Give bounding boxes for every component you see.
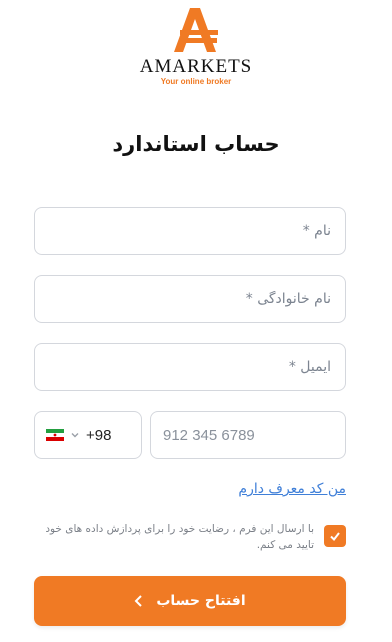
consent-row: با ارسال این فرم ، رضایت خود را برای پرد… [30, 521, 346, 553]
brand-logo: AMARKETS Your online broker [0, 6, 392, 87]
open-account-label: افتتاح حساب [156, 593, 246, 609]
email-field[interactable] [34, 343, 346, 391]
last-name-input[interactable] [49, 291, 331, 307]
phone-field[interactable] [150, 411, 346, 459]
brand-name: AMARKETS [139, 56, 253, 77]
country-code: +98 [86, 426, 112, 444]
amarkets-logo-icon [174, 8, 218, 52]
phone-input[interactable] [163, 426, 333, 444]
referral-code-link[interactable]: من کد معرف دارم [238, 481, 346, 497]
consent-text: با ارسال این فرم ، رضایت خود را برای پرد… [45, 523, 314, 551]
open-account-button[interactable]: افتتاح حساب [34, 576, 346, 626]
first-name-input[interactable] [49, 223, 331, 239]
page-title: حساب استاندارد [112, 132, 280, 156]
brand-tagline: Your online broker [160, 77, 232, 86]
chevron-left-icon [134, 595, 143, 607]
registration-page: AMARKETS Your online broker حساب استاندا… [0, 0, 392, 642]
first-name-field[interactable] [34, 207, 346, 255]
chevron-down-icon [71, 433, 79, 438]
consent-checkbox[interactable] [324, 525, 346, 547]
last-name-field[interactable] [34, 275, 346, 323]
email-input[interactable] [49, 359, 331, 375]
check-icon [330, 532, 340, 542]
country-code-select[interactable]: +98 [34, 411, 142, 459]
iran-flag-icon [46, 429, 64, 441]
